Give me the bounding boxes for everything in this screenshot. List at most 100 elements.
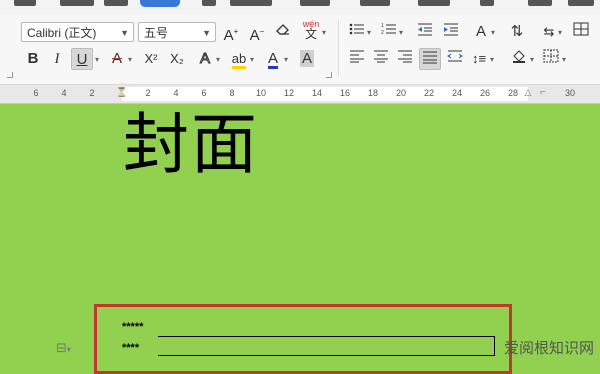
distribute-icon: ⇆ [543,24,555,39]
chevron-down-icon: ▼ [120,28,129,38]
chevron-down-icon[interactable]: ▾ [128,55,132,64]
numbered-list-button[interactable]: 12 [378,21,400,43]
font-size-select[interactable]: 五号 ▼ [138,22,216,42]
menu-tab[interactable] [418,0,450,6]
menu-tab[interactable] [202,0,216,6]
align-left-button[interactable] [346,48,368,70]
ruler-tick: 4 [61,88,67,98]
grid-table-icon [573,22,589,36]
menu-tab[interactable] [14,0,36,6]
underline-button[interactable]: U [71,48,93,70]
bullet-list-button[interactable] [346,21,368,43]
italic-label: I [54,51,60,67]
group-separator [338,20,339,76]
highlight-button[interactable]: ab [228,48,250,70]
decrease-indent-button[interactable] [414,21,436,43]
subscript-button[interactable]: X₂ [166,48,188,70]
chevron-down-icon[interactable]: ▾ [95,55,99,64]
strikethrough-button[interactable]: A [106,48,128,70]
cover-field-label: **** [122,342,140,354]
ruler-tick: 28 [507,88,519,98]
pinyin-glyph-icon: 文 [304,27,317,41]
font-name-select[interactable]: Calibri (正文) ▼ [21,22,134,42]
menu-tab[interactable] [60,0,94,6]
ruler-edge-marker: ⌐ [540,87,546,98]
clear-format-button[interactable] [272,21,294,43]
align-left-icon [350,50,364,63]
outdent-icon [418,23,432,36]
ruler-tick: 20 [395,88,407,98]
chevron-down-icon[interactable]: ▾ [399,28,403,37]
char-shading-button[interactable]: A [296,48,318,70]
chevron-down-icon[interactable]: ▾ [250,55,254,64]
menu-tab[interactable] [104,0,128,6]
line-spacing-button[interactable]: ↕≡ [468,48,490,70]
menu-tab[interactable] [480,0,494,6]
chevron-down-icon[interactable]: ▾ [558,28,562,37]
grow-font-button[interactable]: A+ [220,21,242,44]
menu-tab[interactable] [300,0,330,6]
ruler-tick: 6 [201,88,207,98]
pinyin-guide-button[interactable]: wén 文 [300,19,322,41]
chevron-down-icon[interactable]: ▾ [490,55,494,64]
sort-icon: ⇅ [510,23,524,40]
ruler-tick: 14 [311,88,323,98]
text-effect-icon: A [199,50,210,68]
italic-button[interactable]: I [46,48,68,70]
ruler-tick: 8 [229,88,235,98]
chevron-down-icon[interactable]: ▾ [322,28,326,37]
font-color-button[interactable]: A [262,48,284,70]
shading-button[interactable] [508,48,530,70]
menu-tab[interactable] [528,0,552,6]
text-effect-button[interactable]: A [194,48,216,70]
font-group-launcher[interactable] [326,72,332,78]
char-scaling-button[interactable]: A [470,21,492,43]
char-scaling-icon: A [475,23,486,40]
font-size-value: 五号 [144,26,169,40]
menu-tab-strip [0,0,600,14]
ruler-tick: 12 [283,88,295,98]
bullet-list-icon [349,23,364,35]
char-shading-label: A [299,50,314,67]
grow-font-icon: A+ [223,27,239,44]
menu-tab[interactable] [568,0,594,6]
horizontal-ruler[interactable]: 6 4 2 2 4 6 8 10 12 14 16 18 20 22 24 26… [0,85,600,104]
chevron-down-icon[interactable]: ▾ [284,55,288,64]
shrink-font-icon: A− [249,27,265,44]
watermark-text: 爱阅根知识网 [503,339,594,357]
highlighter-icon: ab [231,51,247,69]
shrink-font-button[interactable]: A− [246,21,268,44]
left-indent-marker[interactable]: ⏳ [116,87,127,98]
strikethrough-label: A [111,50,122,67]
chevron-down-icon[interactable]: ▾ [562,55,566,64]
paragraph-layout-icon[interactable]: ⊟▾ [56,340,71,356]
ruler-tick: 18 [367,88,379,98]
subscript-label: X₂ [170,51,184,66]
superscript-label: X² [144,51,158,66]
ruler-tick: 10 [255,88,267,98]
menu-tab-start-active[interactable] [140,0,180,7]
font-dialog-launcher[interactable] [7,72,13,78]
chevron-down-icon[interactable]: ▾ [530,55,534,64]
distributed-align-icon [447,50,463,62]
borders-button[interactable] [540,48,562,70]
align-center-button[interactable] [370,48,392,70]
sort-button[interactable]: ⇅ [506,21,528,43]
chevron-down-icon[interactable]: ▾ [216,55,220,64]
menu-tab[interactable] [360,0,390,6]
menu-tab[interactable] [230,0,272,6]
show-marks-button[interactable] [570,21,592,43]
superscript-button[interactable]: X² [140,48,162,70]
increase-indent-button[interactable] [440,21,462,43]
distribute-button[interactable]: ⇆ [538,21,560,43]
distributed-align-button[interactable] [444,48,466,70]
ruler-tick: 4 [173,88,179,98]
justify-button[interactable] [419,48,441,70]
chevron-down-icon[interactable]: ▾ [367,28,371,37]
right-indent-marker[interactable]: △ [525,87,532,98]
numbered-list-icon: 12 [381,23,396,36]
chevron-down-icon[interactable]: ▾ [491,28,495,37]
bold-button[interactable]: B [22,48,44,70]
chevron-down-icon: ▼ [202,28,211,38]
align-right-button[interactable] [394,48,416,70]
